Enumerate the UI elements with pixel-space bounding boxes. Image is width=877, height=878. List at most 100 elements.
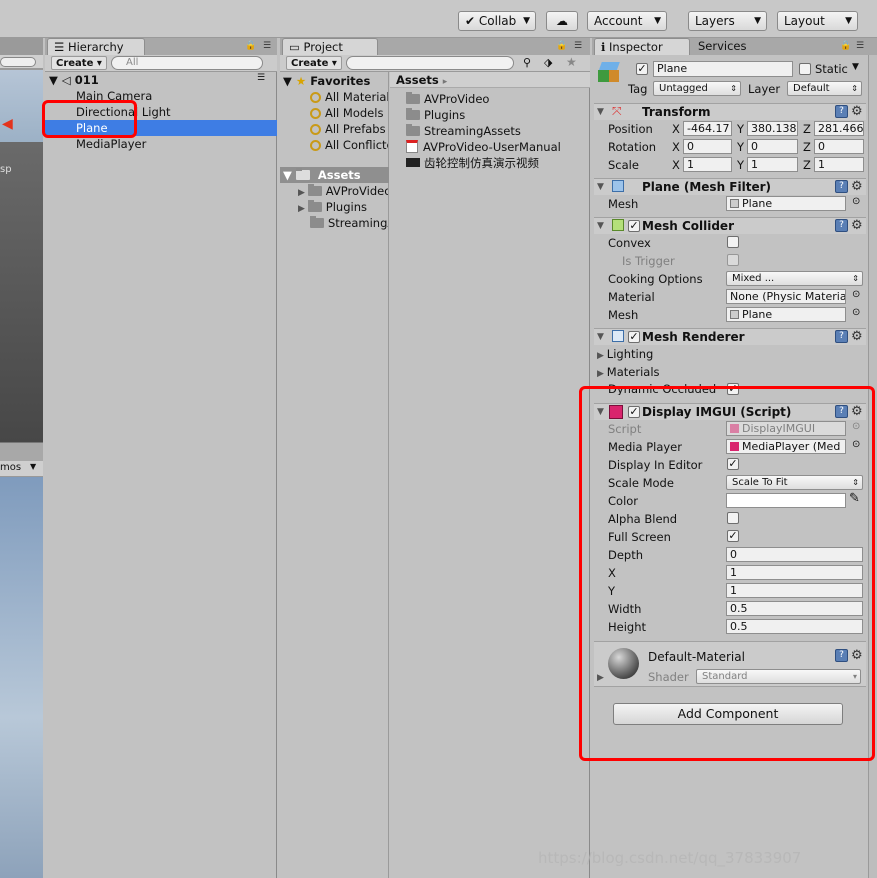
tag-dropdown[interactable]: Untagged ⇕	[653, 81, 741, 96]
favorite-item[interactable]: All Materials	[310, 89, 388, 105]
gear-icon[interactable]: ⚙	[851, 104, 863, 119]
static-checkbox[interactable]	[799, 63, 811, 75]
scene-root[interactable]: ▼ ◁ 011	[49, 72, 275, 88]
updown-arrow-icon: ⇕	[852, 274, 859, 283]
object-name-field[interactable]: Plane	[653, 61, 793, 77]
collider-mesh-field[interactable]: Plane	[726, 307, 846, 322]
object-picker-icon[interactable]: ⊙	[852, 196, 860, 207]
position-label: Position	[608, 122, 653, 136]
asset-file-item[interactable]: 齿轮控制仿真演示视频	[406, 155, 539, 171]
hierarchy-create-button[interactable]: Create ▾	[51, 56, 107, 70]
asset-file-item[interactable]: Plugins	[406, 107, 465, 123]
game-view[interactable]	[0, 477, 43, 878]
help-icon[interactable]: ?	[835, 180, 848, 193]
asset-tree-item[interactable]: ▶ Plugins	[298, 199, 388, 215]
materials-foldout[interactable]: ▶ Materials	[597, 365, 660, 381]
asset-tree-item[interactable]: StreamingAssets	[310, 215, 388, 231]
favorite-item[interactable]: All Prefabs	[310, 121, 388, 137]
layers-dropdown[interactable]: Layers ▼	[688, 11, 767, 31]
project-create-button[interactable]: Create ▾	[286, 56, 342, 70]
convex-label: Convex	[608, 236, 651, 250]
pdf-file-icon	[406, 140, 418, 153]
asset-file-label: 齿轮控制仿真演示视频	[424, 156, 539, 170]
lock-icon[interactable]: 🔒	[556, 41, 567, 51]
lighting-foldout[interactable]: ▶ Lighting	[597, 347, 653, 363]
scene-search-field[interactable]	[0, 57, 36, 67]
rotation-x-field[interactable]: 0	[683, 139, 732, 154]
scale-y-field[interactable]: 1	[747, 157, 798, 172]
tab-inspector[interactable]: ℹ Inspector	[594, 38, 690, 55]
filter-type-icon[interactable]: ⚲	[523, 56, 531, 69]
layer-dropdown[interactable]: Default ⇕	[787, 81, 862, 96]
project-toolbar: Create ▾ ⚲ ⬗ ★	[280, 55, 590, 72]
transform-header[interactable]: ▼ ⤧ Transform ? ⚙	[594, 103, 866, 120]
asset-file-item[interactable]: StreamingAssets	[406, 123, 521, 139]
hierarchy-search-input[interactable]: All	[111, 56, 263, 70]
scene-menu-icon[interactable]: ☰	[257, 73, 265, 83]
favorite-item[interactable]: All Models	[310, 105, 388, 121]
mesh-field[interactable]: Plane	[726, 196, 846, 211]
tab-hierarchy[interactable]: ☰ Hierarchy	[47, 38, 145, 55]
favorite-star-icon[interactable]: ★	[566, 55, 577, 69]
tab-project[interactable]: ▭ Project	[282, 38, 378, 55]
asset-tree-item[interactable]: ▶ AVProVideo	[298, 183, 388, 199]
is-trigger-checkbox[interactable]	[727, 254, 739, 266]
hierarchy-tabstrip: ☰ Hierarchy 🔒 ☰	[45, 38, 277, 55]
mesh-collider-header[interactable]: ▼ ✓ Mesh Collider ? ⚙	[594, 217, 866, 234]
collider-mesh-label: Mesh	[608, 308, 639, 322]
position-z-field[interactable]: 281.466	[814, 121, 864, 136]
static-dropdown-icon[interactable]: ▼	[852, 62, 859, 72]
mesh-renderer-header[interactable]: ▼ ✓ Mesh Renderer ? ⚙	[594, 328, 866, 345]
cooking-options-dropdown[interactable]: Mixed ... ⇕	[726, 271, 863, 286]
favorites-header[interactable]: ▼ ★ Favorites	[283, 73, 370, 89]
asset-file-item[interactable]: AVProVideo	[406, 91, 489, 107]
project-tabstrip: ▭ Project 🔒 ☰	[280, 38, 590, 55]
scene-view[interactable]: ◀ sp mos ▼	[0, 38, 43, 878]
lock-icon[interactable]: 🔒	[245, 41, 256, 51]
favorite-item-label: All Conflicted	[325, 138, 388, 152]
filter-label-icon[interactable]: ⬗	[544, 56, 552, 69]
collider-material-field[interactable]: None (Physic Material)	[726, 289, 846, 304]
mesh-filter-header[interactable]: ▼ Plane (Mesh Filter) ? ⚙	[594, 178, 866, 195]
collab-button[interactable]: ✔ Collab ▼	[458, 11, 536, 31]
inspector-tabstrip: ℹ Inspector Services 🔒 ☰	[592, 38, 877, 55]
help-icon[interactable]: ?	[835, 219, 848, 232]
gear-icon[interactable]: ⚙	[851, 329, 863, 344]
favorite-item[interactable]: All Conflicted	[310, 137, 388, 153]
panel-menu-icon[interactable]: ☰	[856, 41, 864, 51]
help-icon[interactable]: ?	[835, 330, 848, 343]
fold-open-icon: ▼	[49, 73, 58, 87]
object-picker-icon[interactable]: ⊙	[852, 307, 860, 318]
scene-search[interactable]	[0, 55, 43, 69]
project-search-input[interactable]	[346, 56, 514, 70]
help-icon[interactable]: ?	[835, 105, 848, 118]
object-active-checkbox[interactable]: ✓	[636, 63, 648, 75]
mesh-renderer-enabled-checkbox[interactable]: ✓	[628, 331, 640, 343]
gizmos-dropdown[interactable]: mos ▼	[0, 461, 43, 477]
fold-open-icon: ▼	[597, 182, 604, 192]
layout-dropdown[interactable]: Layout ▼	[777, 11, 858, 31]
panel-menu-icon[interactable]: ☰	[263, 41, 271, 51]
assets-folder-selected[interactable]: ▼ Assets	[280, 167, 389, 183]
project-breadcrumb[interactable]: Assets ▸	[390, 72, 590, 88]
convex-checkbox[interactable]	[727, 236, 739, 248]
rotation-y-field[interactable]: 0	[747, 139, 798, 154]
lighting-label: Lighting	[606, 347, 654, 361]
lock-icon[interactable]: 🔒	[840, 41, 851, 51]
scale-x-field[interactable]: 1	[683, 157, 732, 172]
gear-icon[interactable]: ⚙	[851, 218, 863, 233]
hierarchy-item[interactable]: MediaPlayer	[45, 136, 277, 152]
asset-file-item[interactable]: AVProVideo-UserManual	[406, 139, 561, 155]
tab-services[interactable]: Services	[692, 38, 762, 55]
panel-menu-icon[interactable]: ☰	[574, 41, 582, 51]
object-picker-icon[interactable]: ⊙	[852, 289, 860, 300]
cloud-button[interactable]: ☁	[546, 11, 578, 31]
axis-z-label: Z	[803, 122, 811, 136]
mesh-collider-enabled-checkbox[interactable]: ✓	[628, 220, 640, 232]
account-dropdown[interactable]: Account ▼	[587, 11, 667, 31]
position-y-field[interactable]: 380.138	[747, 121, 798, 136]
rotation-z-field[interactable]: 0	[814, 139, 864, 154]
gear-icon[interactable]: ⚙	[851, 179, 863, 194]
scale-z-field[interactable]: 1	[814, 157, 864, 172]
position-x-field[interactable]: -464.17	[683, 121, 732, 136]
